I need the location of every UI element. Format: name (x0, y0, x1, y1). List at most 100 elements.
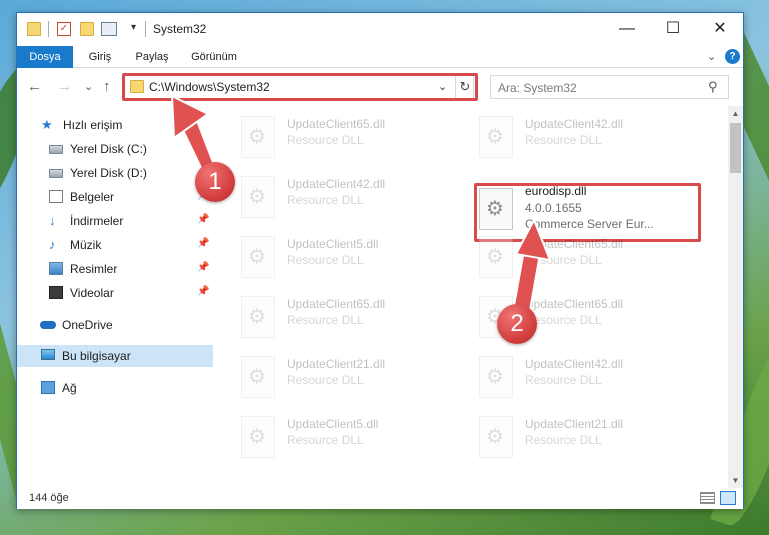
file-item[interactable]: ⚙ UpdateClient42.dll Resource DLL (239, 172, 464, 226)
file-name: UpdateClient42.dll (287, 177, 386, 191)
customize-toolbar-icon[interactable] (101, 22, 117, 36)
file-type: Resource DLL (287, 133, 364, 147)
sidebar-item-label: Yerel Disk (D:) (70, 166, 147, 180)
file-item[interactable]: ⚙ UpdateClient5.dll Resource DLL (239, 232, 464, 286)
explorer-window: ✓ ▾ System32 — ☐ ✕ Dosya Giriş Paylaş Gö… (16, 12, 744, 509)
file-item[interactable]: ⚙ UpdateClient5.dll Resource DLL (239, 412, 464, 466)
sidebar-item-network[interactable]: Ağ (17, 377, 213, 399)
sidebar-item-label: Müzik (70, 238, 102, 252)
scroll-thumb[interactable] (730, 123, 741, 173)
sidebar-item-music[interactable]: ♪ Müzik 📌 (17, 234, 213, 256)
file-type: Resource DLL (525, 253, 602, 267)
file-name: UpdateClient5.dll (287, 417, 379, 431)
status-bar: 144 öğe (17, 488, 743, 509)
properties-check-icon[interactable]: ✓ (57, 22, 71, 36)
sidebar-item-onedrive[interactable]: OneDrive (17, 314, 213, 336)
cloud-icon (40, 321, 56, 329)
file-name: UpdateClient65.dll (287, 297, 386, 311)
scroll-down-icon[interactable]: ▼ (728, 473, 743, 488)
folder-icon (27, 22, 41, 36)
recent-locations-icon[interactable]: ⌄ (84, 80, 93, 93)
file-type: Resource DLL (287, 373, 364, 387)
file-item[interactable]: ⚙ UpdateClient42.dll Resource DLL (477, 112, 702, 166)
file-item[interactable]: ⚙ UpdateClient65.dll Resource DLL (239, 112, 464, 166)
tab-share[interactable]: Paylaş (127, 46, 177, 68)
vertical-scrollbar[interactable]: ▲ ▼ (728, 106, 743, 488)
gear-icon: ⚙ (248, 306, 266, 328)
file-item[interactable]: ⚙ UpdateClient42.dll Resource DLL (477, 352, 702, 406)
file-name: UpdateClient65.dll (287, 117, 386, 131)
gear-icon: ⚙ (248, 426, 266, 448)
sidebar-item-pictures[interactable]: Resimler 📌 (17, 258, 213, 280)
file-name: UpdateClient21.dll (525, 417, 624, 431)
computer-icon (41, 349, 55, 360)
divider (145, 21, 146, 37)
dll-file-icon: ⚙ (479, 116, 513, 158)
navigation-pane: ★ Hızlı erişim Yerel Disk (C:) Yerel Dis… (17, 106, 213, 488)
sidebar-item-videos[interactable]: Videolar 📌 (17, 282, 213, 304)
back-arrow-icon[interactable]: ← (27, 78, 42, 95)
pin-icon[interactable]: 📌 (197, 262, 209, 273)
sidebar-item-label: Hızlı erişim (63, 118, 123, 132)
sidebar-item-quick-access[interactable]: ★ Hızlı erişim (17, 114, 213, 136)
details-view-icon[interactable] (700, 492, 715, 504)
file-name: UpdateClient65.dll (525, 237, 624, 251)
star-icon: ★ (41, 117, 53, 132)
up-arrow-icon[interactable]: ↑ (103, 78, 111, 95)
address-highlight-box (122, 73, 478, 101)
expand-ribbon-icon[interactable]: ⌄ (707, 50, 716, 63)
search-icon[interactable]: ⚲ (708, 79, 718, 95)
tab-file[interactable]: Dosya (17, 46, 73, 68)
drive-icon (49, 169, 63, 178)
search-input[interactable]: Ara: System32 ⚲ (490, 75, 729, 99)
gear-icon: ⚙ (248, 246, 266, 268)
new-folder-icon[interactable] (80, 22, 94, 36)
file-name: UpdateClient21.dll (287, 357, 386, 371)
sidebar-item-label: Ağ (62, 381, 77, 395)
scroll-up-icon[interactable]: ▲ (728, 106, 743, 121)
dll-file-icon: ⚙ (241, 116, 275, 158)
help-icon[interactable]: ? (725, 49, 740, 64)
sidebar-item-local-disk-d[interactable]: Yerel Disk (D:) (17, 162, 213, 184)
large-icons-view-icon[interactable] (720, 491, 736, 505)
minimize-button[interactable]: — (604, 13, 650, 45)
file-name: UpdateClient5.dll (287, 237, 379, 251)
sidebar-item-label: Resimler (70, 262, 118, 276)
file-item[interactable]: ⚙ UpdateClient21.dll Resource DLL (477, 412, 702, 466)
downloads-icon: ↓ (49, 213, 56, 228)
gear-icon: ⚙ (248, 126, 266, 148)
search-placeholder: Ara: System32 (498, 81, 577, 95)
forward-arrow-icon[interactable]: → (57, 78, 72, 95)
pin-icon[interactable]: 📌 (197, 286, 209, 297)
drive-icon (49, 145, 63, 154)
videos-icon (49, 286, 63, 299)
ribbon-tabs: Dosya Giriş Paylaş Görünüm ⌄ ? (17, 46, 743, 68)
close-button[interactable]: ✕ (697, 13, 743, 45)
sidebar-item-downloads[interactable]: ↓ İndirmeler 📌 (17, 210, 213, 232)
sidebar-item-label: Bu bilgisayar (62, 349, 131, 363)
divider (48, 21, 49, 37)
file-item[interactable]: ⚙ UpdateClient65.dll Resource DLL (477, 232, 702, 286)
tab-home[interactable]: Giriş (77, 46, 123, 68)
dll-file-icon: ⚙ (241, 416, 275, 458)
gear-icon: ⚙ (486, 126, 504, 148)
quick-access-dropdown-icon[interactable]: ▾ (131, 22, 136, 33)
sidebar-item-documents[interactable]: Belgeler 📌 (17, 186, 213, 208)
gear-icon: ⚙ (248, 186, 266, 208)
tab-view[interactable]: Görünüm (183, 46, 245, 68)
file-type: Resource DLL (525, 133, 602, 147)
pin-icon[interactable]: 📌 (197, 214, 209, 225)
dll-file-icon: ⚙ (241, 236, 275, 278)
file-type: Resource DLL (287, 253, 364, 267)
dll-file-icon: ⚙ (479, 236, 513, 278)
maximize-button[interactable]: ☐ (650, 13, 696, 45)
file-item[interactable]: ⚙ UpdateClient65.dll Resource DLL (239, 292, 464, 346)
sidebar-item-label: Yerel Disk (C:) (70, 142, 147, 156)
pictures-icon (49, 262, 63, 275)
file-list: ⚙ UpdateClient65.dll Resource DLL ⚙ Upda… (213, 106, 728, 488)
step-marker-2: 2 (497, 304, 537, 344)
sidebar-item-this-pc[interactable]: Bu bilgisayar (17, 345, 213, 367)
sidebar-item-local-disk-c[interactable]: Yerel Disk (C:) (17, 138, 213, 160)
pin-icon[interactable]: 📌 (197, 238, 209, 249)
file-item[interactable]: ⚙ UpdateClient21.dll Resource DLL (239, 352, 464, 406)
